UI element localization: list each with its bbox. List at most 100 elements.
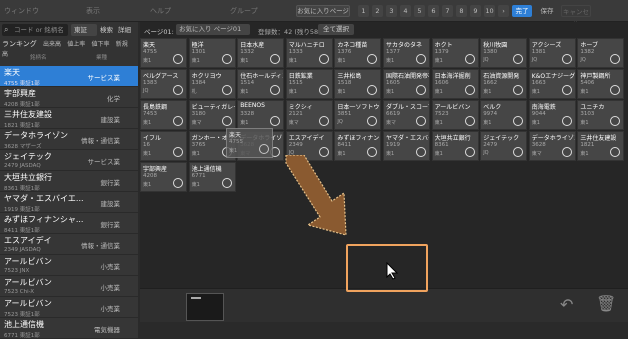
stock-list-item[interactable]: エスアイデイ 2349 JASDAQ 情報・通信業 bbox=[0, 234, 138, 255]
tile-code: 1605 bbox=[386, 80, 400, 86]
page-3-button[interactable]: 3 bbox=[386, 5, 397, 17]
favorite-tile[interactable]: 石油資源開発 1662 東1 bbox=[480, 69, 528, 99]
stock-list-item[interactable]: 池上通信機 6771 東証1部 電気機器 bbox=[0, 318, 138, 339]
page-2-button[interactable]: 2 bbox=[372, 5, 383, 17]
menu-group[interactable]: グループ bbox=[230, 6, 258, 16]
page-7-button[interactable]: 7 bbox=[442, 5, 453, 17]
stock-list-item[interactable]: 宇部興産 4208 東証1部 化学 bbox=[0, 87, 138, 108]
favorite-tile[interactable]: ベルグアース 1383 JQ bbox=[140, 69, 187, 99]
favorite-tile[interactable]: 宇部興産 4208 東1 bbox=[140, 162, 187, 192]
page-1-button[interactable]: 1 bbox=[358, 5, 369, 17]
favorite-tile[interactable]: アールビバン 7523 東1 bbox=[431, 100, 479, 130]
favorite-tile[interactable]: 長島鉄鋼 7453 東1 bbox=[140, 100, 187, 130]
favorite-tile[interactable]: 池上通信機 6771 東1 bbox=[188, 162, 236, 192]
favorite-tile[interactable]: 極洋 1301 東1 bbox=[188, 38, 236, 68]
favorite-tile[interactable]: 南海電鉄 9044 東1 bbox=[528, 100, 576, 130]
favorite-tile[interactable]: ジェイテック 2479 JQ bbox=[480, 131, 528, 161]
rank-tab-volume[interactable]: 出来高 bbox=[43, 41, 61, 48]
next-page-button[interactable]: › bbox=[498, 5, 509, 17]
favorite-tile[interactable]: ミクシィ 2121 東マ bbox=[285, 100, 333, 130]
dragging-tile[interactable]: 楽天 4755 東1 bbox=[226, 128, 273, 158]
favorite-tile[interactable]: サカタのタネ 1377 東1 bbox=[383, 38, 430, 68]
stock-list-item[interactable]: ヤマダ・エスバイエ... 1919 東証1部 建設業 bbox=[0, 192, 138, 213]
page-10-button[interactable]: 10 bbox=[484, 5, 495, 17]
tile-name: 池上通信機 bbox=[191, 166, 222, 173]
favorite-tile[interactable]: 大垣共立銀行 8361 東1 bbox=[431, 131, 479, 161]
tile-market: 東1 bbox=[386, 89, 395, 95]
rank-tab-gainers[interactable]: 値上率 bbox=[67, 41, 85, 48]
favorite-tile[interactable]: マルハニチロ 1333 東1 bbox=[285, 38, 333, 68]
tile-code: 1821 bbox=[580, 142, 595, 148]
menu-help[interactable]: ヘルプ bbox=[150, 6, 171, 16]
favorite-pages-button[interactable]: お気に入りページ bbox=[296, 5, 350, 17]
stock-list-item[interactable]: アールビバン 7523 東証1部 小売業 bbox=[0, 297, 138, 318]
favorite-tile[interactable]: 日本一ソフトウェア3851 JQ bbox=[334, 100, 382, 130]
page-4-button[interactable]: 4 bbox=[400, 5, 411, 17]
page-name-field[interactable]: お気に入り ページ01 bbox=[176, 24, 250, 35]
favorite-tile[interactable]: 日本水産 1332 東1 bbox=[237, 38, 285, 68]
favorite-tile[interactable]: K&Oエナジーグ 1663 東1 bbox=[528, 69, 576, 99]
favorite-tile[interactable]: ユニチカ 3103 東1 bbox=[577, 100, 625, 130]
stock-list-item[interactable]: みずほフィナンシャ... 8411 東証1部 銀行業 bbox=[0, 213, 138, 234]
rank-tab-losers[interactable]: 値下率 bbox=[92, 41, 110, 48]
tile-code: 4755 bbox=[229, 139, 243, 145]
search-input[interactable]: ⌕ コード or 銘柄名 bbox=[2, 24, 68, 36]
favorite-tile[interactable]: 三井松島 1518 東1 bbox=[334, 69, 382, 99]
stock-list-item[interactable]: ジェイテック 2479 JASDAQ サービス業 bbox=[0, 150, 138, 171]
tile-ring-icon bbox=[513, 54, 524, 64]
favorite-tile[interactable]: 住石ホールディン 1514 東1 bbox=[237, 69, 285, 99]
undo-icon[interactable]: ↶ bbox=[560, 295, 573, 314]
stock-list-item[interactable]: データホライゾン 3628 マザーズ 情報・通信業 bbox=[0, 129, 138, 150]
stock-list-item[interactable]: 三井住友建設 1821 東証1部 建設業 bbox=[0, 108, 138, 129]
tile-code: 1515 bbox=[288, 80, 303, 86]
col-name-header: 銘柄名 bbox=[30, 55, 47, 61]
stock-list-item[interactable]: 楽天 4755 東証1部 サービス業 bbox=[0, 66, 138, 87]
search-icon: ⌕ bbox=[4, 25, 9, 34]
favorite-tile[interactable]: ビューティガレージ3180 東マ bbox=[188, 100, 236, 130]
stock-list-item[interactable]: 大垣共立銀行 8361 東証1部 銀行業 bbox=[0, 171, 138, 192]
tile-market: 東1 bbox=[580, 89, 589, 95]
stock-name: アールビバン bbox=[4, 299, 52, 308]
favorite-tile[interactable]: アクシーズ 1381 JQ bbox=[528, 38, 576, 68]
done-button[interactable]: 完了 bbox=[512, 5, 532, 17]
trash-icon[interactable]: 🗑 bbox=[596, 294, 616, 313]
ranking-label[interactable]: ランキング bbox=[2, 40, 37, 48]
tile-code: 3851 bbox=[337, 111, 352, 117]
cancel-button[interactable]: キャンセル bbox=[561, 5, 591, 28]
stock-list-item[interactable]: アールビバン 7523 Chi-X 小売業 bbox=[0, 276, 138, 297]
menu-view[interactable]: 表示 bbox=[86, 6, 100, 16]
favorite-tile[interactable]: ホクト 1379 東1 bbox=[431, 38, 479, 68]
favorite-tile[interactable]: 秋川牧園 1380 JQ bbox=[480, 38, 528, 68]
favorite-tile[interactable]: ベルク 9974 東1 bbox=[480, 100, 528, 130]
favorite-tile[interactable]: ホクリヨウ 1384 札 bbox=[188, 69, 236, 99]
select-all-button[interactable]: 全て選択 bbox=[318, 24, 354, 35]
favorite-tile[interactable]: 日鉄鉱業 1515 東1 bbox=[285, 69, 333, 99]
page-8-button[interactable]: 8 bbox=[456, 5, 467, 17]
menu-window[interactable]: ウィンドウ bbox=[4, 6, 39, 16]
favorite-tile[interactable]: 国際石油開発帝石1605 東1 bbox=[383, 69, 430, 99]
favorite-tile[interactable]: カネコ種苗 1376 東1 bbox=[334, 38, 382, 68]
market-select[interactable]: 東証 bbox=[71, 24, 97, 36]
favorite-tile[interactable]: イフル 16 東1 bbox=[140, 131, 187, 161]
search-button[interactable]: 検索 bbox=[100, 24, 113, 36]
stock-list-item[interactable]: アールビバン 7523 JNX 小売業 bbox=[0, 255, 138, 276]
favorite-tile[interactable]: データホライゾン3628 東マ bbox=[528, 131, 576, 161]
favorite-tile[interactable]: ヤマダ・エスバイ1919 東1 bbox=[383, 131, 430, 161]
tile-ring-icon bbox=[464, 147, 475, 157]
favorite-tile[interactable]: ダブル・スコープ 6619 東マ bbox=[383, 100, 430, 130]
page-5-button[interactable]: 5 bbox=[414, 5, 425, 17]
stock-sector: 銀行業 bbox=[100, 179, 121, 187]
page-6-button[interactable]: 6 bbox=[428, 5, 439, 17]
favorite-tile[interactable]: 日本海洋掘削 1606 東1 bbox=[431, 69, 479, 99]
favorite-tile[interactable]: 楽天 4755 東1 bbox=[140, 38, 187, 68]
favorite-tile[interactable]: BEENOS 3328 東1 bbox=[237, 100, 285, 130]
page-thumbnail[interactable] bbox=[186, 293, 224, 321]
save-button[interactable]: 保存 bbox=[537, 5, 557, 17]
favorite-tile[interactable]: 神戸製鋼所 5406 東1 bbox=[577, 69, 625, 99]
stock-sector: 建設業 bbox=[100, 116, 121, 124]
page-9-button[interactable]: 9 bbox=[470, 5, 481, 17]
detail-button[interactable]: 詳細 bbox=[118, 24, 131, 36]
favorite-tile[interactable]: ホーブ 1382 JQ bbox=[577, 38, 625, 68]
stock-code: 1821 東証1部 bbox=[4, 123, 40, 129]
favorite-tile[interactable]: 三井住友建設 1821 東1 bbox=[577, 131, 625, 161]
